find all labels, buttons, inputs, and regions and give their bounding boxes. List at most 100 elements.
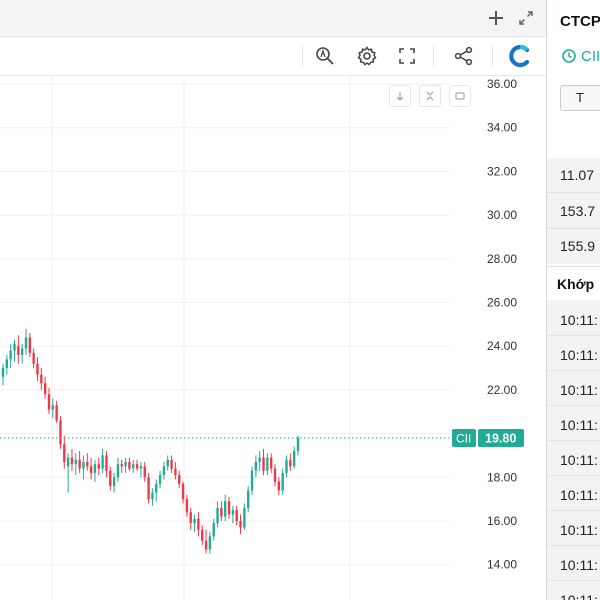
candle-body	[185, 499, 189, 513]
candle-body	[289, 459, 292, 467]
symbol-code: CII	[581, 48, 600, 65]
symbol-row[interactable]: CII	[547, 44, 600, 72]
candle-body	[40, 374, 43, 384]
candle-body	[36, 363, 39, 375]
candle-body	[231, 510, 235, 515]
candle-body	[63, 444, 66, 463]
add-icon[interactable]	[482, 4, 510, 32]
candle-body	[28, 337, 32, 353]
expand-icon[interactable]	[512, 4, 540, 32]
candle-body	[273, 468, 277, 482]
candlestick-chart[interactable]: 36.00 34.00 32.00 30.00 28.00 26.00 24.00 22.00…	[0, 76, 546, 600]
candle-body	[296, 437, 300, 452]
list-item: 10:11:	[547, 510, 600, 546]
chart-panel: 36.00 34.00 32.00 30.00 28.00 26.00 24.00 22.00…	[0, 0, 547, 600]
candle-body	[105, 455, 108, 471]
scroll-down-icon[interactable]	[389, 85, 411, 107]
candle-body	[147, 477, 150, 500]
match-time: 10:11:	[560, 417, 598, 433]
settings-gear-icon[interactable]	[353, 42, 381, 70]
price-value: 11.07	[560, 167, 594, 183]
row-divider	[547, 192, 600, 193]
restore-icon[interactable]	[449, 85, 471, 107]
candle-body	[243, 507, 246, 528]
candle-body	[269, 457, 273, 469]
candle-body	[181, 483, 185, 500]
candle-body	[239, 521, 242, 528]
candle-body	[201, 529, 204, 541]
candle-body	[158, 475, 162, 484]
match-time: 10:11:	[560, 452, 598, 468]
y-axis-tick-label: 28.00	[487, 252, 517, 266]
candle-body	[70, 457, 74, 465]
candle-body	[89, 466, 93, 473]
match-time: 10:11:	[560, 382, 598, 398]
candle-body	[109, 470, 112, 487]
list-item: 10:11:	[547, 580, 600, 600]
candle-body	[227, 501, 231, 515]
candle-body	[82, 462, 85, 469]
candle-body	[143, 466, 146, 478]
candle-body	[220, 507, 223, 517]
candle-body	[285, 459, 288, 473]
match-time: 10:11:	[560, 592, 598, 600]
candle-body	[128, 462, 131, 469]
zoom-tool-icon[interactable]	[311, 42, 339, 70]
candle-body	[116, 464, 120, 478]
toolbar-divider	[433, 45, 434, 67]
collapse-icon[interactable]	[419, 85, 441, 107]
candle-body	[101, 455, 104, 469]
candle-body	[51, 405, 54, 410]
candle-body	[250, 470, 254, 491]
candle-body	[32, 352, 35, 364]
list-item: 10:11:	[547, 370, 600, 406]
candle-body	[166, 459, 169, 467]
candle-body	[66, 457, 70, 467]
candle-body	[132, 464, 135, 469]
y-axis-tick-label: 32.00	[487, 164, 517, 178]
candle-body	[86, 462, 89, 467]
match-header-label: Khớp	[557, 276, 595, 292]
brand-logo-icon	[506, 42, 534, 70]
company-title: CTCP	[560, 13, 600, 30]
refresh-icon[interactable]	[561, 48, 577, 67]
match-section-header: Khớp	[547, 266, 600, 301]
candle-body	[78, 459, 81, 469]
y-axis-tick-label: 24.00	[487, 339, 517, 353]
price-chart[interactable]: 36.00 34.00 32.00 30.00 28.00 26.00 24.00 22.00…	[0, 76, 546, 600]
price-value: 153.7	[560, 203, 596, 219]
match-time: 10:11:	[560, 487, 598, 503]
candle-body	[224, 501, 227, 517]
candle-body	[266, 457, 269, 471]
list-item: 10:11:	[547, 405, 600, 441]
candle-body	[9, 350, 12, 360]
candle-body	[247, 490, 250, 508]
y-axis-tick-label: 18.00	[487, 470, 517, 484]
price-table: 11.07 153.7 155.9	[547, 158, 600, 264]
toolbar-divider	[302, 45, 303, 67]
list-item: 10:11:	[547, 440, 600, 476]
candle-body	[112, 477, 116, 487]
trade-button[interactable]: T	[560, 85, 600, 111]
fullscreen-icon[interactable]	[393, 42, 421, 70]
match-time: 10:11:	[560, 557, 598, 573]
candle-body	[139, 466, 143, 469]
candle-body	[24, 337, 28, 349]
price-value: 155.9	[560, 238, 596, 254]
candle-body	[135, 464, 139, 469]
panel-header: CTCP	[547, 0, 600, 44]
candle-body	[208, 536, 212, 550]
match-time: 10:11:	[560, 347, 598, 363]
candle-body	[151, 492, 154, 500]
share-icon[interactable]	[450, 42, 478, 70]
candle-body	[204, 540, 208, 550]
y-axis-tick-label: 26.00	[487, 296, 517, 310]
y-axis-tick-label: 14.00	[487, 558, 517, 572]
candle-body	[120, 464, 123, 467]
y-axis-tick-label: 16.00	[487, 514, 517, 528]
candle-body	[97, 464, 100, 469]
candle-body	[235, 510, 238, 521]
symbol-tag-label: CII	[456, 431, 471, 445]
list-item: 10:11:	[547, 475, 600, 511]
candle-body	[74, 459, 77, 465]
